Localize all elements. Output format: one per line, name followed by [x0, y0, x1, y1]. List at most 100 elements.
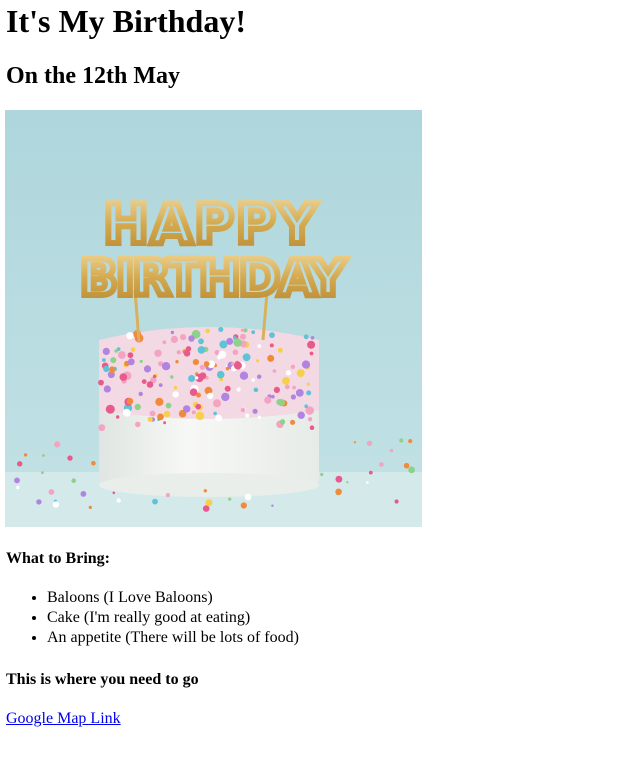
table-sprinkle [368, 470, 373, 475]
table-sprinkle [41, 471, 44, 474]
sprinkle [297, 411, 305, 419]
table-sprinkle [403, 462, 410, 469]
sprinkle [232, 349, 239, 356]
sprinkle [252, 408, 258, 414]
sprinkle [126, 332, 134, 340]
table-sprinkle [48, 489, 55, 495]
sprinkle [176, 350, 181, 355]
sprinkle [116, 415, 120, 419]
sprinkle [292, 385, 296, 390]
sprinkle [239, 371, 249, 380]
sprinkle [163, 410, 171, 418]
table-sprinkle [366, 481, 369, 484]
sprinkle [216, 370, 225, 379]
sprinkle [303, 334, 309, 340]
table-sprinkle [152, 498, 158, 505]
list-item: An appetite (There will be lots of food) [47, 628, 299, 648]
sprinkle [290, 419, 296, 425]
sprinkle [285, 370, 292, 376]
sprinkle [269, 332, 275, 338]
sprinkle [161, 362, 171, 371]
sprinkle [154, 349, 162, 357]
table-sprinkle [353, 441, 356, 444]
sprinkle [170, 330, 175, 335]
sprinkle [213, 399, 221, 408]
table-sprinkle [17, 461, 23, 467]
sprinkle [126, 397, 134, 405]
sprinkle [233, 338, 242, 347]
sprinkle [105, 404, 115, 414]
sprinkle [103, 385, 111, 393]
sprinkle [183, 350, 191, 357]
sprinkle [147, 416, 153, 422]
sprinkle [102, 358, 106, 362]
sprinkle [257, 374, 262, 379]
sprinkle [127, 352, 134, 359]
table-sprinkle [320, 472, 324, 477]
sprinkle [139, 359, 143, 363]
sprinkle [240, 333, 246, 340]
sprinkle [191, 410, 196, 415]
table-sprinkle [389, 448, 394, 453]
sprinkle [114, 349, 118, 353]
sprinkle [162, 340, 167, 345]
sprinkle [118, 351, 126, 359]
page-subtitle: On the 12th May [6, 63, 180, 89]
sprinkle [224, 385, 231, 392]
sprinkle [197, 346, 206, 354]
sprinkle [233, 361, 242, 370]
sprinkle [309, 425, 315, 431]
sprinkle [135, 421, 141, 428]
sprinkle [267, 354, 275, 362]
bring-list: Baloons (I Love Baloons) Cake (I'm reall… [6, 588, 299, 648]
sprinkle [109, 366, 115, 372]
topper-happy: HAPPY [103, 193, 318, 256]
table-sprinkle [42, 454, 45, 457]
table-sprinkle [14, 477, 20, 484]
sprinkle [225, 366, 230, 371]
google-map-link[interactable]: Google Map Link [6, 709, 121, 728]
sprinkle [152, 374, 157, 379]
sprinkle [195, 403, 201, 410]
sprinkle [146, 381, 154, 388]
table-sprinkle [346, 481, 349, 484]
sprinkle [175, 360, 179, 364]
table-sprinkle [67, 455, 73, 461]
table-sprinkle [399, 438, 404, 443]
table-sprinkle [366, 440, 373, 446]
table-sprinkle [36, 499, 42, 505]
sprinkle [198, 338, 204, 345]
table-sprinkle [16, 485, 20, 490]
sprinkle [257, 415, 262, 419]
table-sprinkle [91, 460, 96, 466]
table-sprinkle [165, 493, 170, 498]
sprinkle [290, 394, 296, 400]
table-sprinkle [54, 441, 61, 448]
sprinkle [245, 413, 250, 418]
table-sprinkle [240, 502, 247, 509]
sprinkle [279, 419, 286, 425]
directions-heading: This is where you need to go [6, 671, 199, 688]
sprinkle [189, 388, 198, 397]
sprinkle [170, 375, 174, 379]
sprinkle [205, 328, 210, 334]
sprinkle [195, 376, 199, 380]
sprinkle [257, 344, 262, 349]
sprinkle [149, 410, 156, 417]
table-sprinkle [335, 488, 342, 496]
table-sprinkle [202, 505, 210, 512]
list-item: Baloons (I Love Baloons) [47, 588, 299, 608]
table-sprinkle [205, 499, 213, 507]
sprinkle [134, 403, 141, 411]
sprinkle [180, 334, 187, 341]
table-sprinkle [116, 498, 121, 503]
page-title: It's My Birthday! [6, 3, 246, 39]
sprinkle [122, 408, 131, 417]
sprinkle [306, 390, 312, 396]
sprinkle [219, 340, 228, 349]
sprinkle [240, 407, 246, 413]
table-sprinkle [408, 439, 413, 444]
sprinkle [155, 397, 164, 406]
sprinkle [253, 387, 259, 393]
sprinkle [206, 392, 214, 400]
